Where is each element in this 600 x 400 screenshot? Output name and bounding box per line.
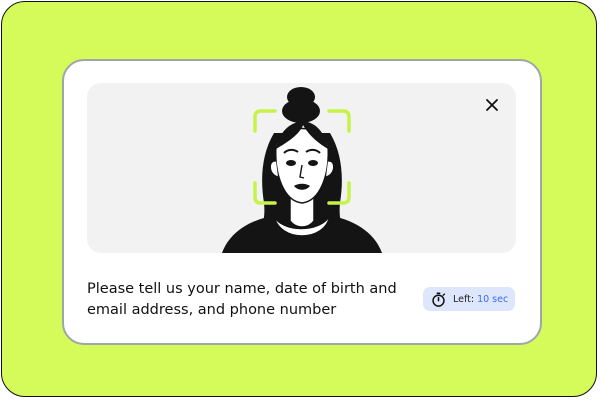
countdown-timer-badge: Left: 10 sec — [423, 287, 515, 311]
app-frame: Please tell us your name, date of birth … — [1, 1, 597, 397]
verification-dialog: Please tell us your name, date of birth … — [62, 59, 542, 345]
camera-preview — [87, 83, 516, 253]
instruction-text: Please tell us your name, date of birth … — [87, 281, 397, 318]
stopwatch-icon — [431, 291, 446, 307]
close-button[interactable] — [480, 93, 504, 117]
timer-label: Left: — [453, 293, 475, 305]
close-icon — [486, 99, 498, 111]
face-frame-bracket — [253, 109, 351, 205]
timer-value: 10 sec — [477, 293, 509, 305]
